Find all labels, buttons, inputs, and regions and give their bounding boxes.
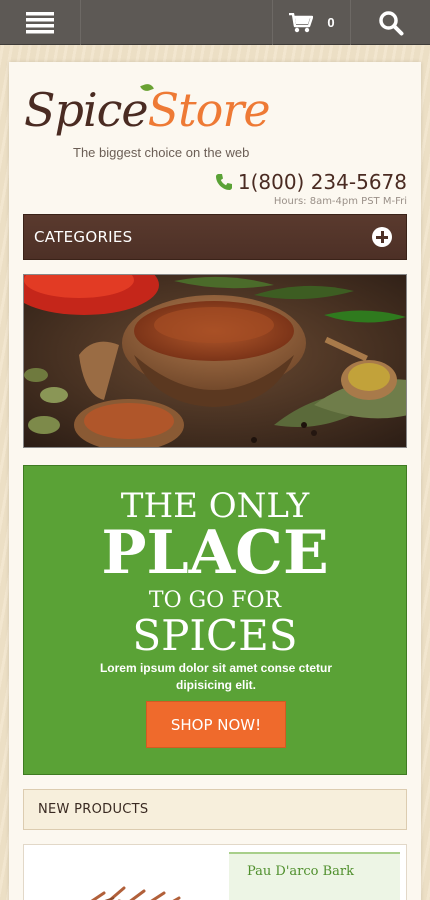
promo-banner: THE ONLY PLACE TO GO FOR SPICES Lorem ip… — [23, 465, 407, 775]
logo-spice-text: Spice — [24, 83, 149, 137]
tagline: The biggest choice on the web — [73, 145, 250, 160]
categories-toggle[interactable]: CATEGORIES — [23, 214, 407, 260]
phone-contact[interactable]: 1(800) 234-5678 — [215, 170, 407, 194]
menu-icon — [26, 11, 54, 33]
spices-illustration — [24, 275, 406, 447]
product-image — [90, 886, 181, 900]
divider — [80, 0, 81, 45]
plus-circle-icon — [372, 227, 392, 247]
cart-button[interactable]: 0 — [274, 0, 350, 45]
promo-heading-line4: SPICES — [132, 611, 298, 660]
categories-label: CATEGORIES — [34, 228, 133, 246]
cart-icon — [289, 12, 314, 32]
phone-icon — [215, 174, 232, 190]
promo-description: Lorem ipsum dolor sit amet conse ctetur … — [99, 661, 333, 692]
search-icon — [378, 10, 403, 35]
new-products-label: NEW PRODUCTS — [38, 802, 149, 817]
shop-now-button[interactable]: SHOP NOW! — [146, 701, 286, 748]
product-name[interactable]: Pau D'arco Bark — [247, 864, 354, 879]
logo[interactable]: SpiceStore — [24, 82, 271, 137]
promo-heading-line2: PLACE — [101, 518, 329, 588]
promo-heading-line3: TO GO FOR — [148, 588, 282, 613]
hero-banner-image[interactable] — [23, 274, 407, 448]
logo-store-text: Store — [147, 83, 271, 137]
phone-number: 1(800) 234-5678 — [237, 170, 407, 194]
top-bar: 0 — [0, 0, 430, 45]
search-button[interactable] — [351, 0, 430, 45]
product-card[interactable]: Pau D'arco Bark — [23, 844, 407, 900]
menu-button[interactable] — [0, 0, 80, 45]
business-hours: Hours: 8am-4pm PST M-Fri — [273, 196, 407, 207]
new-products-header: NEW PRODUCTS — [23, 789, 407, 830]
divider — [272, 0, 273, 45]
cart-count: 0 — [327, 15, 335, 30]
product-name-box: Pau D'arco Bark — [229, 852, 400, 900]
